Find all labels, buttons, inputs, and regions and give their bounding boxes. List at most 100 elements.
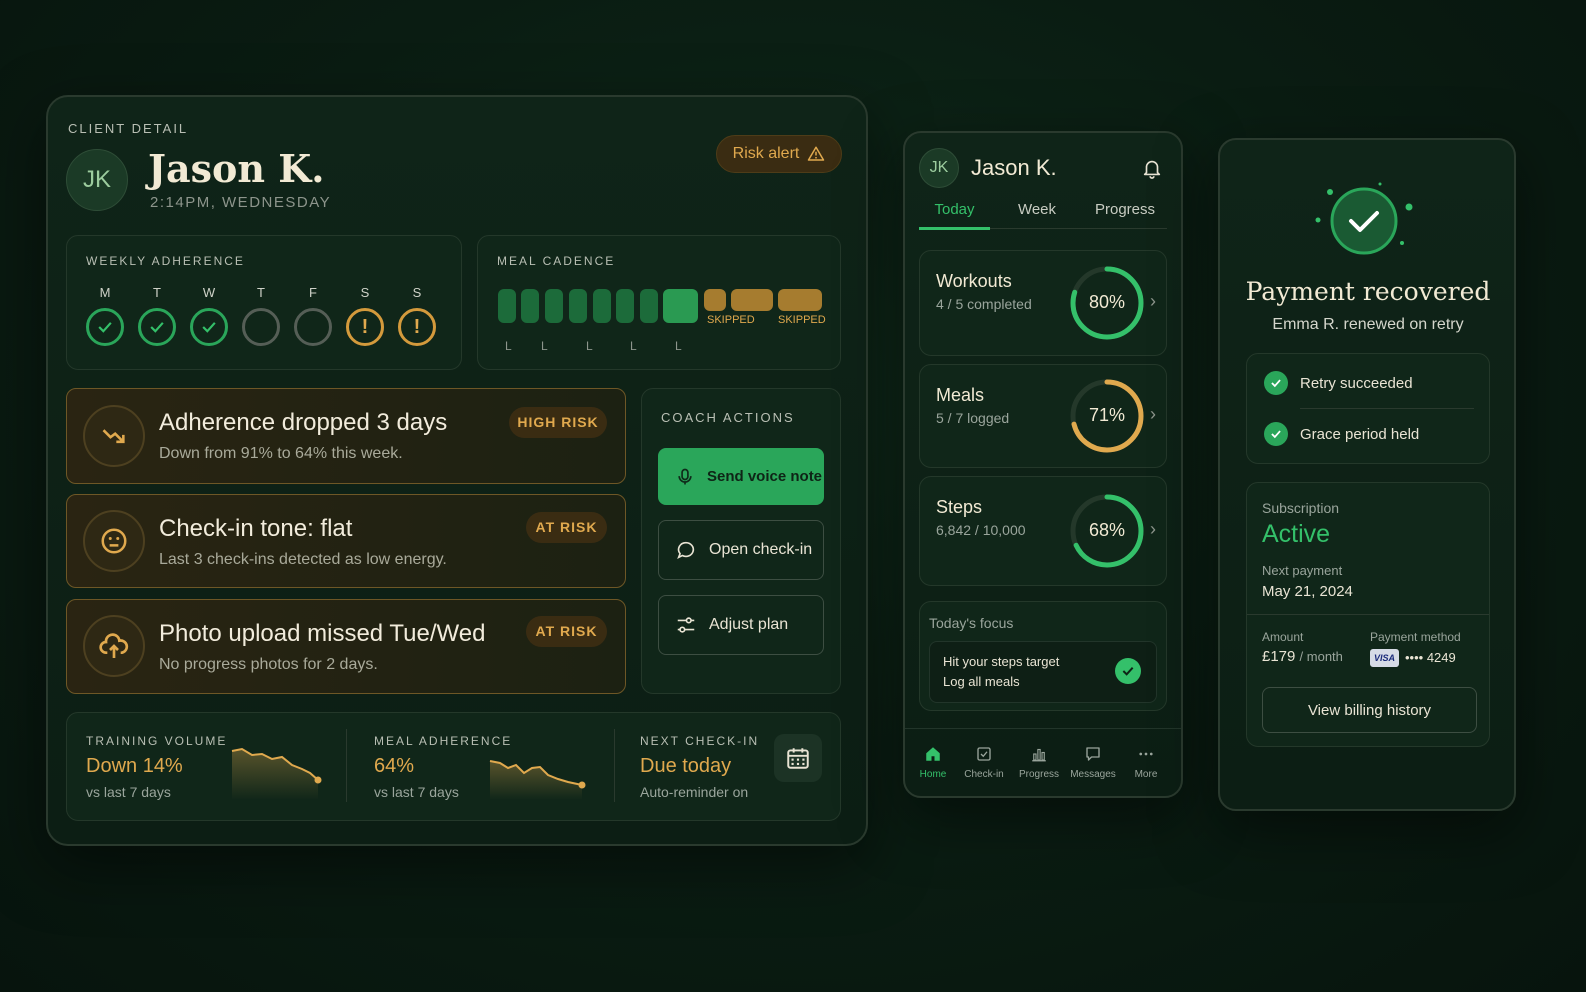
tab-week[interactable]: Week	[1005, 201, 1069, 218]
mobile-client-name: Jason K.	[971, 155, 1057, 180]
check-icon	[1264, 371, 1288, 395]
nav-home-label: Home	[919, 769, 947, 780]
coach-actions-label: COACH ACTIONS	[661, 410, 795, 425]
payment-method-label: Payment method	[1370, 630, 1461, 644]
meal-bar	[545, 289, 563, 323]
tab-active-indicator	[919, 227, 990, 230]
day-label: F	[309, 285, 317, 300]
calendar-button[interactable]	[774, 734, 822, 782]
avatar: JK	[66, 149, 128, 211]
day-alert-icon: !	[346, 308, 384, 346]
risk-desc: No progress photos for 2 days.	[159, 656, 378, 673]
skipped-label: SKIPPED	[778, 314, 826, 326]
day-label: W	[202, 285, 216, 300]
metric-title: Meals	[936, 385, 985, 405]
meal-tick-label: L	[541, 339, 548, 353]
risk-desc: Last 3 check-ins detected as low energy.	[159, 551, 447, 568]
day-label: S	[412, 285, 422, 300]
calendar-icon	[787, 748, 809, 769]
section-label: CLIENT DETAIL	[68, 121, 189, 136]
microphone-icon	[678, 468, 692, 484]
meal-bar-skipped	[731, 289, 773, 311]
risk-title: Check-in tone: flat	[159, 515, 353, 542]
nav-more-label: More	[1134, 769, 1158, 780]
nav-messages[interactable]: Messages	[1068, 745, 1118, 780]
warning-icon	[808, 146, 825, 161]
day-empty-circle	[294, 308, 332, 346]
meal-tick-label: L	[505, 339, 512, 353]
risk-alert-button[interactable]: Risk alert	[716, 135, 842, 173]
payment-title: Payment recovered	[1245, 277, 1491, 306]
todays-focus-label: Today's focus	[929, 615, 1014, 631]
nav-messages-label: Messages	[1070, 769, 1116, 780]
divider	[614, 729, 615, 802]
training-sparkline	[231, 747, 322, 800]
meal-bar-today	[663, 289, 698, 323]
subscription-label: Subscription	[1262, 500, 1340, 516]
meal-bar	[640, 289, 658, 323]
payment-subtitle: Emma R. renewed on retry	[1272, 316, 1464, 333]
day-label: T	[257, 285, 265, 300]
open-check-in-label: Open check-in	[709, 541, 813, 558]
nav-progress-label: Progress	[1018, 769, 1059, 780]
metric-title: Workouts	[936, 271, 1012, 291]
risk-badge: AT RISK	[526, 512, 607, 543]
next-payment-date: May 21, 2024	[1262, 583, 1353, 600]
bell-icon[interactable]	[1141, 156, 1163, 180]
nav-check-in[interactable]: Check-in	[959, 745, 1009, 780]
trend-down-icon	[83, 405, 145, 467]
training-volume-sub: vs last 7 days	[86, 784, 171, 800]
risk-desc: Down from 91% to 64% this week.	[159, 445, 403, 462]
metric-sub: 5 / 7 logged	[936, 410, 1010, 426]
more-icon	[1139, 752, 1153, 756]
meal-bar	[498, 289, 516, 323]
next-payment-label: Next payment	[1262, 563, 1343, 578]
metric-percent: 68%	[1088, 520, 1126, 540]
send-voice-note-button[interactable]: Send voice note	[658, 448, 824, 505]
meal-bar-skipped	[704, 289, 726, 311]
training-volume-value: Down 14%	[86, 755, 183, 777]
adjust-plan-button[interactable]: Adjust plan	[658, 595, 824, 655]
day-done-check-icon	[190, 308, 228, 346]
divider	[1247, 614, 1489, 615]
metric-percent: 71%	[1088, 405, 1126, 425]
message-icon	[1086, 747, 1100, 761]
nav-home[interactable]: Home	[908, 745, 958, 780]
focus-check-icon	[1115, 658, 1141, 684]
metric-sub: 4 / 5 completed	[936, 296, 1032, 312]
client-name: Jason K.	[148, 146, 325, 191]
chat-bubble-icon	[677, 541, 695, 560]
meal-adherence-value: 64%	[374, 755, 415, 777]
nav-more[interactable]: More	[1121, 745, 1171, 780]
day-alert-icon: !	[398, 308, 436, 346]
amount-label: Amount	[1262, 630, 1304, 644]
day-alert-glyph: !	[413, 315, 421, 338]
amount-value: £179 / month	[1262, 648, 1343, 665]
risk-title: Adherence dropped 3 days	[159, 409, 448, 436]
risk-alert-label: Risk alert	[732, 145, 800, 162]
adjust-plan-label: Adjust plan	[709, 616, 789, 633]
day-empty-circle	[242, 308, 280, 346]
meal-tick-label: L	[630, 339, 637, 353]
amount-period: / month	[1299, 649, 1343, 664]
meal-sparkline	[489, 760, 586, 800]
tab-progress[interactable]: Progress	[1085, 201, 1165, 218]
meal-tick-label: L	[586, 339, 593, 353]
view-billing-history-button[interactable]: View billing history	[1262, 687, 1477, 733]
neutral-face-icon	[83, 510, 145, 572]
visa-icon: VISA	[1370, 649, 1399, 667]
check-label: Retry succeeded	[1300, 375, 1413, 392]
divider	[1300, 408, 1474, 409]
amount-number: £179	[1262, 648, 1296, 665]
chevron-right-icon: ›	[1150, 404, 1156, 424]
tab-today[interactable]: Today	[919, 201, 990, 218]
nav-progress[interactable]: Progress	[1014, 745, 1064, 780]
bottom-nav-divider	[905, 728, 1181, 729]
open-check-in-button[interactable]: Open check-in	[658, 520, 824, 580]
risk-badge: HIGH RISK	[509, 407, 607, 438]
meal-adherence-label: MEAL ADHERENCE	[374, 734, 513, 748]
divider	[346, 729, 347, 802]
checkbox-icon	[977, 747, 991, 761]
cloud-upload-icon	[83, 615, 145, 677]
meal-bar-skipped	[778, 289, 822, 311]
